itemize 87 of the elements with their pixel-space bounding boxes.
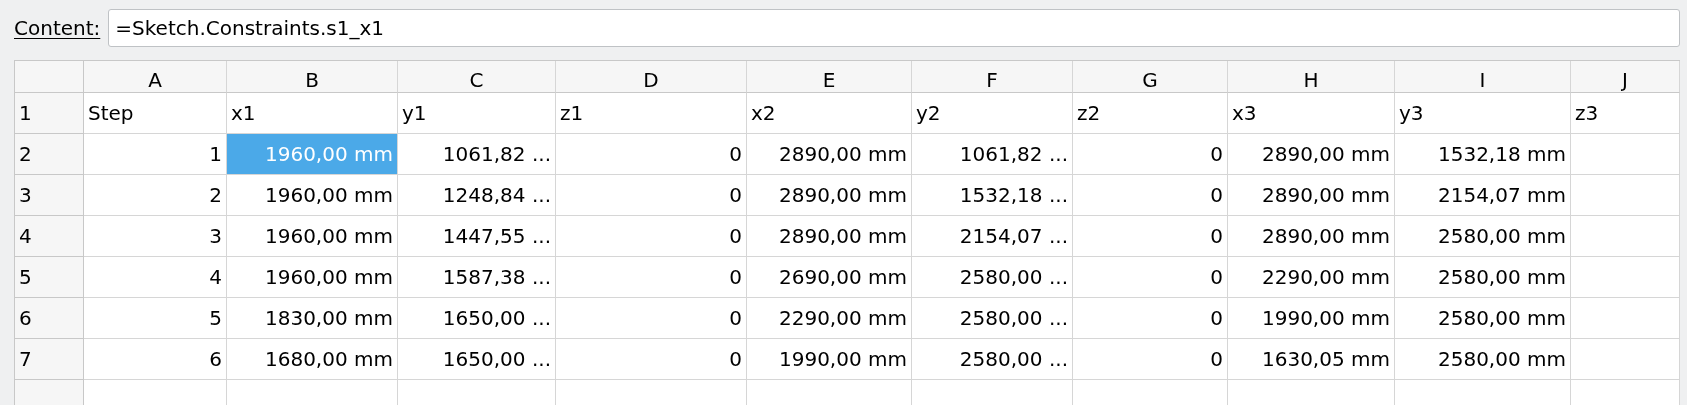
table-cell[interactable]: 0 xyxy=(556,298,747,339)
table-cell[interactable]: 1587,38 ... xyxy=(398,257,556,298)
empty-cell[interactable] xyxy=(1571,134,1680,175)
table-cell[interactable]: 1650,00 ... xyxy=(398,298,556,339)
table-cell[interactable]: 1248,84 ... xyxy=(398,175,556,216)
empty-cell[interactable] xyxy=(1571,216,1680,257)
table-cell[interactable]: 2154,07 mm xyxy=(1395,175,1571,216)
empty-cell[interactable] xyxy=(1571,298,1680,339)
table-cell[interactable]: z1 xyxy=(556,93,747,134)
table-cell[interactable]: 1960,00 mm xyxy=(227,175,398,216)
table-cell[interactable]: 2154,07 ... xyxy=(912,216,1073,257)
table-cell[interactable]: 0 xyxy=(556,257,747,298)
table-cell[interactable]: 2580,00 mm xyxy=(1395,216,1571,257)
column-header[interactable]: I xyxy=(1395,61,1571,93)
content-label: Content: xyxy=(14,16,101,40)
table-cell[interactable]: 0 xyxy=(556,339,747,380)
column-header[interactable]: F xyxy=(912,61,1073,93)
row-header[interactable]: 5 xyxy=(15,257,84,298)
table-cell[interactable]: 1650,00 ... xyxy=(398,339,556,380)
table-cell[interactable]: 1532,18 mm xyxy=(1395,134,1571,175)
table-cell[interactable]: 4 xyxy=(84,257,227,298)
table-cell[interactable]: 6 xyxy=(84,339,227,380)
table-cell[interactable]: 5 xyxy=(84,298,227,339)
column-header[interactable]: B xyxy=(227,61,398,93)
table-cell[interactable]: 1061,82 ... xyxy=(912,134,1073,175)
table-cell[interactable]: 0 xyxy=(1073,257,1228,298)
corner-cell[interactable] xyxy=(15,61,84,93)
table-cell[interactable]: 1680,00 mm xyxy=(227,339,398,380)
table-cell[interactable]: y1 xyxy=(398,93,556,134)
table-cell[interactable]: 2290,00 mm xyxy=(747,298,912,339)
table-cell[interactable]: 0 xyxy=(1073,298,1228,339)
table-cell[interactable]: 1630,05 mm xyxy=(1228,339,1395,380)
column-header[interactable]: A xyxy=(84,61,227,93)
row-header[interactable]: 4 xyxy=(15,216,84,257)
table-cell[interactable]: 2580,00 ... xyxy=(912,257,1073,298)
row-header[interactable]: 2 xyxy=(15,134,84,175)
column-header[interactable]: E xyxy=(747,61,912,93)
table-cell[interactable]: 1990,00 mm xyxy=(1228,298,1395,339)
row-header[interactable]: 3 xyxy=(15,175,84,216)
table-cell[interactable]: 2290,00 mm xyxy=(1228,257,1395,298)
table-cell[interactable]: 1447,55 ... xyxy=(398,216,556,257)
table-cell[interactable]: 2 xyxy=(84,175,227,216)
table-cell[interactable]: 0 xyxy=(556,216,747,257)
empty-cell[interactable] xyxy=(1571,257,1680,298)
empty-cell[interactable] xyxy=(1571,175,1680,216)
row-header[interactable]: 7 xyxy=(15,339,84,380)
empty-cell[interactable] xyxy=(1571,339,1680,380)
table-cell[interactable]: 2580,00 mm xyxy=(1395,257,1571,298)
table-cell[interactable]: x2 xyxy=(747,93,912,134)
column-header[interactable]: H xyxy=(1228,61,1395,93)
table-cell[interactable]: 0 xyxy=(556,134,747,175)
table-cell[interactable]: 2690,00 mm xyxy=(747,257,912,298)
row-header[interactable]: 1 xyxy=(15,93,84,134)
table-cell[interactable]: z3 xyxy=(1571,93,1680,134)
table-cell[interactable]: 0 xyxy=(1073,216,1228,257)
table-cell[interactable]: y3 xyxy=(1395,93,1571,134)
column-header[interactable]: D xyxy=(556,61,747,93)
table-cell[interactable]: 0 xyxy=(1073,134,1228,175)
table-cell[interactable]: 1960,00 mm xyxy=(227,257,398,298)
table-cell[interactable]: Step xyxy=(84,93,227,134)
table-cell[interactable]: 2580,00 ... xyxy=(912,339,1073,380)
table-cell[interactable]: y2 xyxy=(912,93,1073,134)
table-cell[interactable]: 0 xyxy=(1073,175,1228,216)
table-cell[interactable]: 2580,00 mm xyxy=(1395,339,1571,380)
table-cell[interactable]: z2 xyxy=(1073,93,1228,134)
column-header[interactable]: C xyxy=(398,61,556,93)
table-cell[interactable]: 2890,00 mm xyxy=(747,216,912,257)
table-cell[interactable]: 0 xyxy=(1073,339,1228,380)
row-header[interactable]: 6 xyxy=(15,298,84,339)
table-cell[interactable]: 2890,00 mm xyxy=(1228,134,1395,175)
table-cell[interactable]: 2890,00 mm xyxy=(747,134,912,175)
table-cell[interactable]: 2890,00 mm xyxy=(1228,175,1395,216)
content-field[interactable]: =Sketch.Constraints.s1_x1 xyxy=(108,9,1680,47)
table-cell[interactable]: 2890,00 mm xyxy=(747,175,912,216)
table-cell[interactable]: 2890,00 mm xyxy=(1228,216,1395,257)
table-cell[interactable]: 1061,82 ... xyxy=(398,134,556,175)
table-cell[interactable]: 3 xyxy=(84,216,227,257)
table-cell[interactable]: 2580,00 mm xyxy=(1395,298,1571,339)
table-cell[interactable]: 0 xyxy=(556,175,747,216)
table-cell[interactable]: 2580,00 ... xyxy=(912,298,1073,339)
table-cell[interactable]: 1990,00 mm xyxy=(747,339,912,380)
table-cell[interactable]: 1532,18 ... xyxy=(912,175,1073,216)
table-cell[interactable]: x3 xyxy=(1228,93,1395,134)
table-cell[interactable]: 1830,00 mm xyxy=(227,298,398,339)
table-cell[interactable]: 1960,00 mm xyxy=(227,216,398,257)
column-header[interactable]: G xyxy=(1073,61,1228,93)
column-header[interactable]: J xyxy=(1571,61,1680,93)
